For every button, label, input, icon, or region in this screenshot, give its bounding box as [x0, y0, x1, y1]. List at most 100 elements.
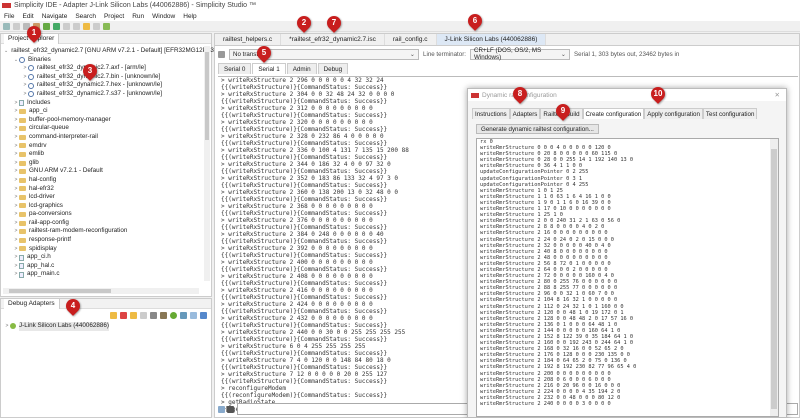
tree-item-label: railtest_efr32_dynamic2.7.bin - [unknown…	[37, 72, 161, 80]
edit-icon[interactable]	[140, 311, 147, 319]
menu-search[interactable]: Search	[71, 13, 100, 20]
debug-icon[interactable]	[43, 22, 50, 30]
editor-tab[interactable]: rail_config.c	[385, 34, 437, 45]
editor-tab[interactable]: J-Link Silicon Labs (440062886)	[436, 34, 547, 45]
tree-item[interactable]: > lcd-graphics	[1, 202, 204, 211]
folder-icon	[19, 143, 26, 149]
tree-item[interactable]: > emlib	[1, 150, 204, 159]
dialog-tab[interactable]: Adapters	[509, 108, 541, 119]
back-icon[interactable]	[83, 22, 90, 30]
tree-item[interactable]: > command-interpreter-rail	[1, 133, 204, 142]
save-icon[interactable]	[13, 22, 20, 30]
config-line: writeRmrStructure 2 240 0 0 0 0 3 0 0 0 …	[480, 401, 611, 408]
menu-help[interactable]: Help	[179, 13, 200, 20]
tree-item[interactable]: > Includes	[1, 99, 204, 108]
forward-icon[interactable]	[93, 22, 100, 30]
new-icon[interactable]	[3, 22, 10, 30]
menu-edit[interactable]: Edit	[18, 13, 37, 20]
tree-item[interactable]: > railtest_efr32_dynamic2.7.axf - [arm/le…	[1, 64, 204, 73]
marker-number: 4	[70, 301, 76, 310]
terminal-icon[interactable]	[227, 405, 234, 413]
remove-icon[interactable]	[150, 311, 157, 319]
minimize-icon[interactable]	[190, 311, 197, 319]
tree-item[interactable]: > railtest_efr32_dynamic2.7.bin - [unknow…	[1, 73, 204, 82]
tree-item-label: pa-conversions	[29, 210, 72, 218]
dialog-tab[interactable]: Create configuration	[582, 108, 645, 119]
menu-navigate[interactable]: Navigate	[38, 13, 72, 20]
menu-run[interactable]: Run	[128, 13, 148, 20]
tools-icon[interactable]	[160, 311, 167, 319]
tree-item-label: railtest_efr32_dynamic2.7.s37 - [unknown…	[37, 89, 162, 97]
tree-item[interactable]: > pa-conversions	[1, 210, 204, 219]
connect-icon[interactable]	[110, 311, 117, 319]
tree-item[interactable]: > app_main.c	[1, 270, 204, 279]
menu-window[interactable]: Window	[148, 13, 179, 20]
gear-icon	[28, 82, 34, 89]
tree-item-label: rail-app-config	[29, 218, 69, 226]
annotation-marker: 8	[510, 84, 530, 104]
tree-item[interactable]: > railtest-ram-modem-reconfiguration	[1, 227, 204, 236]
file-icon	[19, 99, 24, 106]
tree-item[interactable]: ⌄ Binaries	[1, 56, 204, 65]
dialog-tab[interactable]: Test configuration	[702, 108, 758, 119]
folder-icon	[19, 160, 26, 166]
config-textarea[interactable]: rx 0 writeRmrStructure 0 0 0 4 0 0 0 0 0 …	[476, 138, 779, 417]
tree-item[interactable]: > GNU ARM v7.2.1 - Default	[1, 167, 204, 176]
adapter-item[interactable]: > J-Link Silicon Labs (440062886)	[1, 322, 211, 331]
tree-item-label: spidisplay	[29, 244, 57, 252]
run-icon[interactable]	[53, 22, 60, 30]
menu-file[interactable]: File	[0, 13, 18, 20]
nav-icon[interactable]	[63, 22, 70, 30]
expand-chevron-icon[interactable]: ⌄	[4, 47, 8, 56]
generate-config-button[interactable]: Generate dynamic railtest configuration.…	[476, 124, 599, 134]
editor-tab[interactable]: railtest_helpers.c	[215, 34, 282, 45]
debug-adapters-panel: Debug Adapters > J-Link Silicon Labs (440…	[0, 298, 212, 418]
folder-icon[interactable]	[130, 311, 137, 319]
vertical-scrollbar[interactable]	[204, 46, 210, 281]
tree-item[interactable]: > circular-queue	[1, 124, 204, 133]
annotation-marker: 3	[80, 61, 100, 81]
close-icon[interactable]: ✕	[775, 91, 780, 99]
line-terminator-select[interactable]: CR+LF (DOS, OS/2, MS Windows) ⌄	[470, 47, 570, 61]
tree-item[interactable]: > app_ci	[1, 107, 204, 116]
serial-tab[interactable]: Debug	[317, 63, 349, 74]
console-settings-icon[interactable]	[218, 50, 225, 58]
tree-item[interactable]: > response-printf	[1, 236, 204, 245]
menu-project[interactable]: Project	[100, 13, 128, 20]
serial-status: Serial 1, 303 bytes out, 23462 bytes in	[574, 50, 680, 58]
perspective-icon[interactable]	[103, 22, 110, 30]
tree-item[interactable]: > spidisplay	[1, 245, 204, 254]
gear-icon[interactable]	[170, 311, 177, 319]
tree-item[interactable]: ⌄ railtest_efr32_dynamic2.7 [GNU ARM v7.2…	[1, 47, 214, 56]
tree-item[interactable]: > app_ci.h	[1, 253, 204, 262]
dialog-tab[interactable]: Apply configuration	[644, 108, 703, 119]
line-terminator-label: Line terminator:	[423, 50, 466, 58]
editor-tab[interactable]: *railtest_efr32_dynamic2.7.isc	[281, 34, 385, 45]
horizontal-scrollbar[interactable]	[3, 288, 199, 294]
dialog-tab[interactable]: Instructions	[472, 108, 510, 119]
tree-item[interactable]: > railtest_efr32_dynamic2.7.s37 - [unknow…	[1, 90, 204, 99]
tree-item[interactable]: > hal-config	[1, 176, 204, 185]
tree-item-label: railtest_efr32_dynamic2.7.hex - [unknown…	[37, 81, 162, 89]
history-icon[interactable]	[218, 405, 225, 413]
disconnect-icon[interactable]	[120, 311, 127, 319]
debug-adapters-tab[interactable]: Debug Adapters	[4, 298, 60, 309]
tree-item[interactable]: > hal-efr32	[1, 185, 204, 194]
tree-item[interactable]: > railtest_efr32_dynamic2.7.hex - [unknow…	[1, 81, 204, 90]
serial-tab[interactable]: Admin	[286, 63, 317, 74]
tree-item[interactable]: > app_hal.c	[1, 262, 204, 271]
maximize-icon[interactable]	[200, 311, 207, 319]
tree-item[interactable]: > emdrv	[1, 142, 204, 151]
folder-icon	[19, 134, 26, 140]
tree-item[interactable]: > glib	[1, 159, 204, 168]
project-tree: ⌄ railtest_efr32_dynamic2.7 [GNU ARM v7.2…	[1, 47, 214, 279]
serial-tab[interactable]: Serial 1	[252, 63, 286, 74]
view-icon[interactable]	[180, 311, 187, 319]
tree-item[interactable]: > rail-app-config	[1, 219, 204, 228]
textarea-scrollbar[interactable]	[770, 139, 778, 416]
tree-item[interactable]: > lcd-driver	[1, 193, 204, 202]
nav2-icon[interactable]	[73, 22, 80, 30]
tree-item[interactable]: > buffer-pool-memory-manager	[1, 116, 204, 125]
serial-tab[interactable]: Serial 0	[218, 63, 252, 74]
serial-tabs: Serial 0 Serial 1 Admin Debug	[215, 62, 799, 74]
